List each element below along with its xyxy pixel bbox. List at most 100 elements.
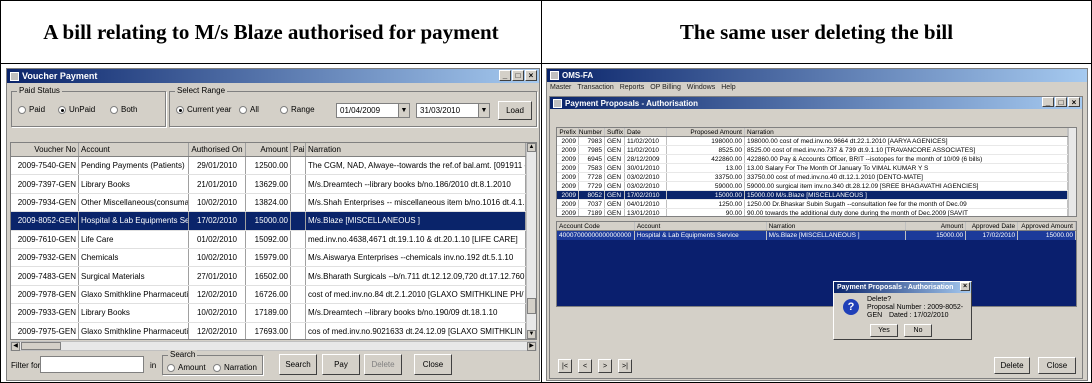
- cell-prefix: 2009: [557, 146, 579, 154]
- menu-item-reports[interactable]: Reports: [620, 84, 645, 91]
- table-row[interactable]: 2009 7729 GEN 03/02/2010 59000.00 59000.00 su…: [557, 182, 1076, 191]
- cell-narration: 13.00 Salary For The Month Of January To…: [745, 164, 1068, 172]
- cell-narration: cos of med.inv.no.9021633 dt.24.12.09 [G…: [306, 322, 526, 339]
- pay-button[interactable]: Pay: [322, 354, 360, 375]
- date-to-field[interactable]: 31/03/2010 ▼: [416, 103, 490, 118]
- col-narration[interactable]: Narration: [767, 222, 907, 230]
- cell-narration: 33750.00 cost of med.inv.no.40 dt.12.1.2…: [745, 173, 1068, 181]
- col-suffix[interactable]: Suffix: [605, 128, 625, 136]
- table-row[interactable]: 2009 7583 GEN 30/01/2010 13.00 13.00 Salary F…: [557, 164, 1076, 173]
- col-prefix[interactable]: Prefix: [557, 128, 579, 136]
- table-row[interactable]: 2009 6945 GEN 28/12/2009 422860.00 422860.00 …: [557, 155, 1076, 164]
- cell-account: Glaxo Smithkline Pharmaceuticals: [79, 322, 189, 339]
- table-row[interactable]: 2009 7728 GEN 03/02/2010 33750.00 33750.00 co…: [557, 173, 1076, 182]
- delete-button[interactable]: Delete: [994, 357, 1030, 374]
- col-voucher-no[interactable]: Voucher No: [11, 143, 79, 156]
- radio-current-year[interactable]: Current year: [176, 105, 231, 114]
- col-amount[interactable]: Amount: [906, 222, 967, 230]
- col-date[interactable]: Date: [625, 128, 667, 136]
- table-row[interactable]: 2009 7985 GEN 11/02/2010 8525.00 8525.00 cost…: [557, 146, 1076, 155]
- radio-both[interactable]: Both: [110, 105, 137, 114]
- cell-authorised-on: 12/02/2010: [189, 322, 246, 339]
- col-amount[interactable]: Amount: [246, 143, 291, 156]
- radio-narration[interactable]: Narration: [213, 363, 257, 372]
- col-approved-date[interactable]: Approved Date: [966, 222, 1019, 230]
- menu-item-master[interactable]: Master: [550, 84, 571, 91]
- load-button[interactable]: Load: [498, 101, 532, 120]
- table-row[interactable]: 2009-7397-GEN Library Books 21/01/2010 1362…: [11, 175, 536, 194]
- radio-range[interactable]: Range: [280, 105, 315, 114]
- scroll-down-icon[interactable]: ▼: [527, 330, 536, 339]
- radio-unpaid[interactable]: UnPaid: [58, 105, 95, 114]
- cell-paid: [291, 322, 306, 339]
- menu-item-windows[interactable]: Windows: [687, 84, 715, 91]
- next-record-button[interactable]: >: [598, 359, 612, 373]
- chevron-down-icon[interactable]: ▼: [478, 104, 489, 117]
- chevron-down-icon[interactable]: ▼: [398, 104, 409, 117]
- table-row[interactable]: 2009-7934-GEN Other Miscellaneous(consuma…: [11, 193, 536, 213]
- cell-amount: 16726.00: [246, 285, 291, 304]
- no-button[interactable]: No: [904, 324, 932, 337]
- detail-row[interactable]: 40007000000000000000 Hospital & Lab Equi…: [557, 231, 1076, 240]
- table-row[interactable]: 2009-7932-GEN Chemicals 10/02/2010 15979.00…: [11, 248, 536, 268]
- yes-button[interactable]: Yes: [870, 324, 898, 337]
- table-row[interactable]: 2009-7540-GEN Pending Payments (Patients)…: [11, 157, 536, 176]
- table-row[interactable]: 2009-7483-GEN Surgical Materials 27/01/201…: [11, 267, 536, 286]
- date-from-field[interactable]: 01/04/2009 ▼: [336, 103, 410, 118]
- table-row[interactable]: 2009 7189 GEN 13/01/2010 90.00 90.00 towards …: [557, 209, 1076, 216]
- close-window-button[interactable]: ×: [1068, 97, 1080, 107]
- col-approved-amount[interactable]: Approved Amount: [1018, 222, 1076, 230]
- filter-input[interactable]: [40, 356, 144, 373]
- vertical-scrollbar[interactable]: ▲ ▼: [526, 143, 536, 339]
- col-proposed-amount[interactable]: Proposed Amount: [667, 128, 745, 136]
- col-account[interactable]: Account: [635, 222, 767, 230]
- radio-paid[interactable]: Paid: [18, 105, 45, 114]
- minimize-button[interactable]: _: [499, 70, 511, 81]
- minimize-button[interactable]: _: [1042, 97, 1054, 107]
- radio-amount[interactable]: Amount: [167, 363, 206, 372]
- scroll-thumb[interactable]: [527, 298, 536, 314]
- scroll-left-icon[interactable]: ◀: [11, 342, 20, 351]
- menu-item-help[interactable]: Help: [721, 84, 735, 91]
- radio-all[interactable]: All: [239, 105, 259, 114]
- col-narration[interactable]: Narration: [745, 128, 1068, 136]
- col-number[interactable]: Number: [579, 128, 605, 136]
- last-record-button[interactable]: >|: [618, 359, 632, 373]
- close-button[interactable]: Close: [1038, 357, 1076, 374]
- horizontal-scrollbar[interactable]: ◀ ▶: [10, 341, 537, 351]
- col-narration[interactable]: Narration: [306, 143, 526, 156]
- table-row[interactable]: 2009-8052-GEN Hospital & Lab Equipments S…: [11, 212, 536, 231]
- table-row[interactable]: 2009 7983 GEN 11/02/2010 198000.00 198000.00 …: [557, 137, 1076, 146]
- table-row[interactable]: 2009 8052 GEN 17/02/2010 15000.00 15000.00 M/…: [557, 191, 1076, 200]
- table-row[interactable]: 2009-7610-GEN Life Care 01/02/2010 15092.00…: [11, 230, 536, 249]
- cell-suffix: GEN: [605, 209, 625, 216]
- col-authorised-on[interactable]: Authorised On: [189, 143, 246, 156]
- close-button[interactable]: Close: [414, 354, 452, 375]
- delete-button[interactable]: Delete: [364, 354, 402, 375]
- app-titlebar: OMS-FA: [547, 69, 1087, 82]
- col-paid[interactable]: Paid: [291, 143, 306, 156]
- prev-record-button[interactable]: <: [578, 359, 592, 373]
- dialog-close-icon[interactable]: ×: [960, 282, 970, 291]
- vertical-scrollbar[interactable]: [1068, 128, 1076, 216]
- col-account[interactable]: Account: [79, 143, 189, 156]
- restore-button[interactable]: □: [1055, 97, 1067, 107]
- menu-item-op-billing[interactable]: OP Billing: [650, 84, 681, 91]
- scroll-right-icon[interactable]: ▶: [527, 342, 536, 351]
- maximize-button[interactable]: □: [512, 70, 524, 81]
- table-row[interactable]: 2009 7037 GEN 04/01/2010 1250.00 1250.00 Dr.B…: [557, 200, 1076, 209]
- cell-paid: [291, 304, 306, 322]
- cell-date: 11/02/2010: [625, 146, 667, 154]
- cell-prefix: 2009: [557, 173, 579, 181]
- table-row[interactable]: 2009-7978-GEN Glaxo Smithkline Pharmaceut…: [11, 285, 536, 305]
- menu-item-transaction[interactable]: Transaction: [577, 84, 613, 91]
- col-account-code[interactable]: Account Code: [557, 222, 635, 230]
- close-window-button[interactable]: ×: [525, 70, 537, 81]
- search-button[interactable]: Search: [279, 354, 317, 375]
- table-row[interactable]: 2009-7975-GEN Glaxo Smithkline Pharmaceut…: [11, 322, 536, 339]
- cell-narration: 59000.00 surgical item inv.no.340 dt.28.…: [745, 182, 1068, 190]
- scroll-up-icon[interactable]: ▲: [527, 143, 536, 152]
- hscroll-thumb[interactable]: [21, 342, 61, 350]
- first-record-button[interactable]: |<: [558, 359, 572, 373]
- table-row[interactable]: 2009-7933-GEN Library Books 10/02/2010 1718…: [11, 304, 536, 323]
